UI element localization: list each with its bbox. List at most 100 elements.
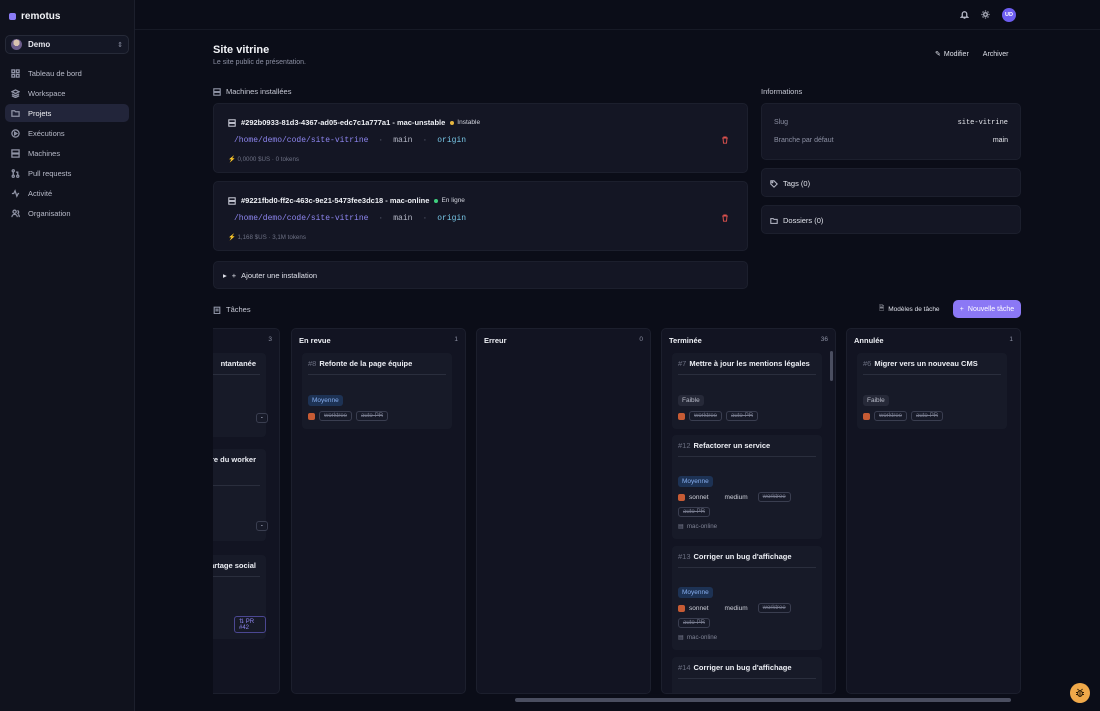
- task-card[interactable]: #6 Migrer vers un nouveau CMS Faible work…: [857, 353, 1007, 429]
- column-scrollbar[interactable]: [830, 351, 833, 381]
- installation-path[interactable]: /home/demo/code/site-vitrine: [234, 136, 368, 145]
- slug-label: Slug: [774, 119, 789, 126]
- activity-icon: [11, 188, 20, 198]
- task-card[interactable]: ntantanée: [213, 353, 268, 437]
- lightning-icon: ⚡: [228, 156, 236, 163]
- sidebar-item-projects[interactable]: Projets: [5, 104, 129, 122]
- installation-name: #9221fbd0-ff2c-463c-9e21-5473fee3dc18 - …: [241, 196, 430, 205]
- priority-badge: Moyenne: [678, 587, 713, 598]
- task-card[interactable]: #14 Corriger un bug d'affichage: [672, 657, 822, 693]
- edit-button[interactable]: ✎ Modifier: [935, 50, 969, 59]
- server-icon: [11, 148, 20, 158]
- installation-card[interactable]: #292b0933-81d3-4367-ad05-edc7c1a777a1 - …: [213, 103, 748, 173]
- default-branch-row: Branche par défaut main: [774, 137, 1008, 144]
- model-name: sonnet: [689, 493, 709, 501]
- sidebar-item-dashboard[interactable]: Tableau de bord: [5, 64, 129, 82]
- autopr-chip: auto-PR: [678, 618, 711, 628]
- kanban-column-done: Terminée 36 #7 Mettre à jour les mentions…: [661, 328, 836, 694]
- users-icon: [11, 208, 20, 217]
- sidebar-item-pull-requests[interactable]: Pull requests: [5, 164, 129, 182]
- trash-icon[interactable]: [721, 136, 729, 144]
- worktree-chip: worktree: [874, 411, 908, 421]
- bug-report-button[interactable]: [1070, 683, 1090, 703]
- divider: [678, 456, 816, 457]
- kanban-column-error: Erreur 0: [476, 328, 651, 694]
- pr-chip-label: PR #42: [239, 619, 255, 631]
- info-section-label: Informations: [761, 87, 803, 96]
- bell-icon[interactable]: [960, 10, 969, 19]
- task-chips: sonnet medium worktree: [678, 492, 791, 502]
- chip-partial: [256, 413, 268, 423]
- default-branch-value: main: [992, 137, 1008, 144]
- board-horizontal-scrollbar[interactable]: [515, 698, 1011, 702]
- task-card[interactable]: #8 Refonte de la page équipe Moyenne work…: [302, 353, 452, 429]
- sidebar-item-organisation[interactable]: Organisation: [5, 204, 129, 222]
- tags-card[interactable]: Tags (0): [761, 168, 1021, 197]
- archive-button[interactable]: Archiver: [983, 50, 1009, 58]
- folders-card[interactable]: Dossiers (0): [761, 205, 1021, 234]
- task-chips: worktree auto-PR: [678, 411, 759, 421]
- pr-chip[interactable]: ⇅ PR #42: [234, 616, 266, 633]
- task-title: #8 Refonte de la page équipe: [308, 359, 412, 368]
- machine-tag: ▤ mac-online: [678, 634, 717, 641]
- status-badge: Instable: [450, 119, 480, 126]
- task-title: noire du worker: [213, 455, 256, 464]
- autopr-chip: auto-PR: [356, 411, 389, 421]
- task-card[interactable]: #7 Mettre à jour les mentions légales Fai…: [672, 353, 822, 429]
- installations-section-text: Machines installées: [226, 87, 292, 96]
- sidebar-item-executions[interactable]: Exécutions: [5, 124, 129, 142]
- sidebar-item-activity[interactable]: Activité: [5, 184, 129, 202]
- column-count: 36: [820, 336, 828, 343]
- sidebar: remotus Demo ⇕ Tableau de bord Workspace…: [0, 0, 135, 711]
- workspace-avatar: [11, 39, 22, 50]
- task-title: #14 Corriger un bug d'affichage: [678, 663, 792, 672]
- task-chips: worktree auto-PR: [863, 411, 944, 421]
- tags-label: Tags (0): [770, 179, 810, 188]
- column-title: Erreur: [484, 336, 507, 345]
- sidebar-item-label: Organisation: [28, 208, 71, 218]
- worktree-chip: worktree: [757, 603, 791, 613]
- installation-cost-value: 0,0000 $US: [237, 156, 271, 163]
- sun-icon[interactable]: [981, 10, 990, 19]
- task-card[interactable]: #13 Corriger un bug d'affichage Moyenne s…: [672, 546, 822, 650]
- add-installation-row[interactable]: ▸ + Ajouter une installation: [213, 261, 748, 289]
- sidebar-item-label: Exécutions: [28, 128, 65, 138]
- model-icon: [678, 493, 685, 501]
- installation-tokens: 0 tokens: [275, 156, 300, 163]
- new-task-button[interactable]: + Nouvelle tâche: [953, 300, 1021, 318]
- server-icon: [213, 87, 221, 96]
- installation-path-line: /home/demo/code/site-vitrine · main · origin: [234, 136, 466, 145]
- sidebar-item-label: Workspace: [28, 88, 66, 98]
- installation-cost: ⚡ 1,168 $US · 3,1M tokens: [228, 234, 306, 241]
- sidebar-item-workspace[interactable]: Workspace: [5, 84, 129, 102]
- installation-path[interactable]: /home/demo/code/site-vitrine: [234, 214, 368, 223]
- folder-icon: [11, 109, 20, 117]
- model-name: sonnet: [689, 604, 709, 612]
- task-title-text: Corriger un bug d'affichage: [693, 663, 792, 672]
- installation-card[interactable]: #9221fbd0-ff2c-463c-9e21-5473fee3dc18 - …: [213, 181, 748, 251]
- installation-remote: origin: [437, 136, 467, 145]
- trash-icon[interactable]: [721, 214, 729, 222]
- separator: ·: [422, 214, 428, 223]
- task-title: #13 Corriger un bug d'affichage: [678, 552, 792, 561]
- server-icon: ▤: [678, 523, 684, 530]
- autopr-chip: auto-PR: [678, 507, 711, 517]
- sidebar-item-machines[interactable]: Machines: [5, 144, 129, 162]
- priority-badge: Faible: [678, 395, 704, 406]
- column-header: Erreur 0: [484, 336, 643, 345]
- new-task-label: Nouvelle tâche: [967, 305, 1015, 313]
- autopr-chip: auto-PR: [911, 411, 944, 421]
- task-card[interactable]: #12 Refactorer un service Moyenne sonnet …: [672, 435, 822, 539]
- user-avatar[interactable]: UD: [1002, 7, 1016, 22]
- task-card[interactable]: artage social ⇅ PR #42: [213, 555, 266, 639]
- model-icon: [308, 412, 315, 420]
- document-icon: 🗎: [879, 305, 885, 312]
- brand[interactable]: remotus: [5, 9, 129, 24]
- task-card[interactable]: noire du worker: [213, 449, 268, 541]
- task-templates-button[interactable]: 🗎 Modèles de tâche: [879, 304, 940, 315]
- installation-tokens: 3,1M tokens: [272, 234, 306, 241]
- topbar: UD: [135, 0, 1100, 30]
- add-installation-button[interactable]: ▸ + Ajouter une installation: [214, 271, 317, 280]
- workspace-switcher[interactable]: Demo ⇕: [5, 35, 129, 54]
- column-count: 1: [1009, 336, 1013, 343]
